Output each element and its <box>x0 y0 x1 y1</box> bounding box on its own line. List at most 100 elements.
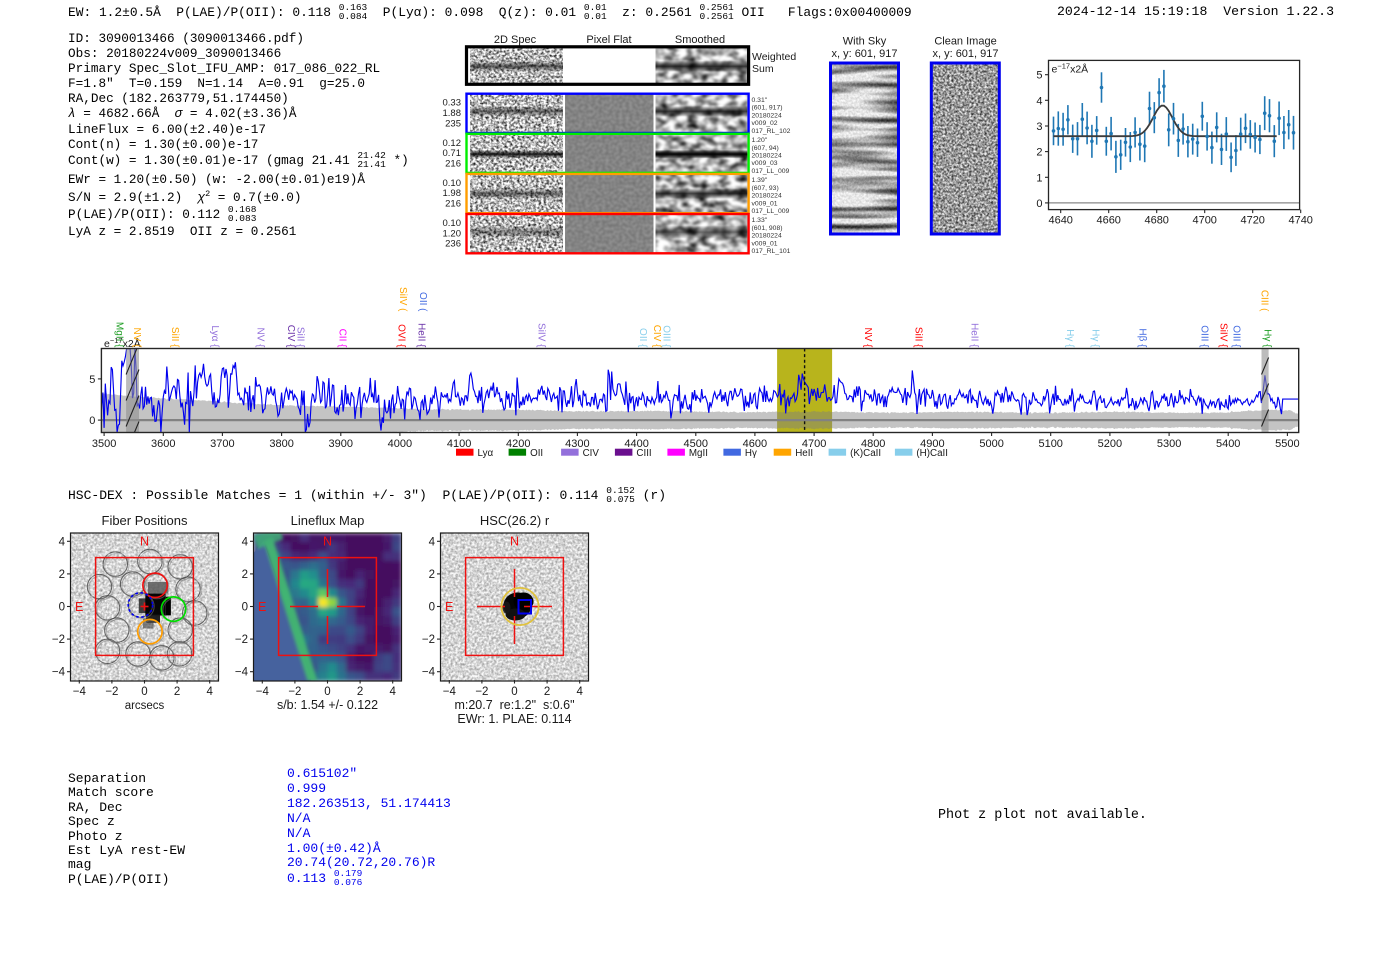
svg-text:−4: −4 <box>52 667 66 679</box>
svg-text:x, y: 601, 917: x, y: 601, 917 <box>831 48 897 60</box>
svg-text:N: N <box>510 535 519 549</box>
svg-text:2: 2 <box>174 686 180 698</box>
svg-text:017_LL_009: 017_LL_009 <box>752 208 790 215</box>
svg-text:5300: 5300 <box>1157 438 1181 450</box>
svg-text:E: E <box>258 600 266 614</box>
svg-text:MgII {: MgII { <box>114 322 125 348</box>
svg-text:arcsecs: arcsecs <box>125 700 165 712</box>
svg-text:5200: 5200 <box>1098 438 1122 450</box>
svg-text:3500: 3500 <box>92 438 116 450</box>
svg-text:Hγ: Hγ <box>745 448 757 459</box>
svg-text:(H)CaII: (H)CaII <box>916 448 948 459</box>
svg-text:−2: −2 <box>52 634 65 646</box>
svg-text:−2: −2 <box>288 686 301 698</box>
svg-text:0: 0 <box>429 602 435 614</box>
svg-text:4: 4 <box>389 686 396 698</box>
svg-text:235: 235 <box>445 118 461 129</box>
svg-text:4720: 4720 <box>1240 215 1264 227</box>
svg-text:1: 1 <box>1036 172 1042 184</box>
svg-text:3900: 3900 <box>329 438 353 450</box>
svg-text:CII {: CII { <box>336 329 347 349</box>
svg-text:216: 216 <box>445 158 461 169</box>
svg-text:3600: 3600 <box>151 438 175 450</box>
svg-text:NV {: NV { <box>255 327 266 348</box>
svg-text:4640: 4640 <box>1048 215 1072 227</box>
svg-text:−2: −2 <box>422 634 435 646</box>
svg-text:E: E <box>75 600 83 614</box>
svg-text:Lyα: Lyα <box>478 448 494 459</box>
svg-text:−4: −4 <box>256 686 270 698</box>
svg-text:CIII (: CIII ( <box>1258 290 1269 312</box>
svg-text:(601, 917): (601, 917) <box>752 105 783 112</box>
svg-text:3800: 3800 <box>269 438 293 450</box>
svg-text:216: 216 <box>445 199 461 210</box>
svg-text:0: 0 <box>141 686 147 698</box>
svg-text:OII: OII <box>530 448 543 459</box>
svg-text:Hγ {: Hγ { <box>1089 329 1100 348</box>
svg-text:2: 2 <box>242 569 248 581</box>
svg-text:2: 2 <box>1036 147 1042 159</box>
svg-text:0: 0 <box>89 415 95 427</box>
svg-text:0: 0 <box>511 686 517 698</box>
svg-text:Sum: Sum <box>752 63 774 75</box>
svg-text:HSC(26.2) r: HSC(26.2) r <box>480 513 550 528</box>
svg-text:20180224: 20180224 <box>752 233 782 240</box>
svg-text:OVI {: OVI { <box>395 324 406 348</box>
svg-text:1.20": 1.20" <box>752 137 768 144</box>
svg-text:2D Spec: 2D Spec <box>494 34 537 46</box>
svg-text:−2: −2 <box>105 686 118 698</box>
svg-text:CIII: CIII <box>636 448 651 459</box>
svg-text:OII (: OII ( <box>417 292 428 312</box>
svg-text:4: 4 <box>576 686 583 698</box>
svg-text:N: N <box>323 535 332 549</box>
svg-text:−2: −2 <box>475 686 488 698</box>
svg-text:SiII {: SiII { <box>169 327 180 348</box>
svg-text:0: 0 <box>324 686 330 698</box>
svg-text:HeII: HeII <box>795 448 813 459</box>
svg-text:0: 0 <box>59 602 65 614</box>
svg-text:v009_01: v009_01 <box>752 200 778 207</box>
svg-text:4700: 4700 <box>1192 215 1216 227</box>
svg-text:Hγ {: Hγ { <box>1064 329 1075 348</box>
svg-text:NV {: NV { <box>131 327 142 348</box>
svg-text:SiIV {: SiIV { <box>1217 323 1228 348</box>
svg-text:NV {: NV { <box>862 327 873 348</box>
svg-text:EWr: 1. PLAE: 0.114: EWr: 1. PLAE: 0.114 <box>457 712 571 726</box>
svg-text:(601, 908): (601, 908) <box>752 225 783 232</box>
svg-text:1.33": 1.33" <box>752 217 768 224</box>
svg-text:4: 4 <box>429 536 436 548</box>
svg-text:SiII {: SiII { <box>913 327 924 348</box>
svg-text:HeII {: HeII { <box>968 323 979 348</box>
svg-text:2: 2 <box>544 686 550 698</box>
svg-text:−4: −4 <box>422 667 436 679</box>
svg-text:OII {: OII { <box>637 328 648 348</box>
svg-text:5400: 5400 <box>1216 438 1240 450</box>
svg-text:3: 3 <box>1036 121 1042 133</box>
svg-text:With Sky: With Sky <box>843 36 887 48</box>
svg-text:4: 4 <box>206 686 213 698</box>
svg-text:Fiber Positions: Fiber Positions <box>102 513 188 528</box>
svg-text:−4: −4 <box>443 686 457 698</box>
svg-text:5500: 5500 <box>1275 438 1299 450</box>
svg-text:1.39": 1.39" <box>752 177 768 184</box>
svg-text:(K)CaII: (K)CaII <box>850 448 881 459</box>
svg-text:(607, 93): (607, 93) <box>752 185 779 192</box>
svg-text:4: 4 <box>1036 95 1042 107</box>
svg-text:−4: −4 <box>73 686 87 698</box>
svg-text:e−17x2Å: e−17x2Å <box>1052 61 1089 76</box>
svg-text:Hβ {: Hβ { <box>1137 328 1148 348</box>
svg-text:5: 5 <box>1036 70 1042 82</box>
svg-text:MgII: MgII <box>689 448 708 459</box>
svg-text:CIV {: CIV { <box>285 325 296 348</box>
svg-text:HeII {: HeII { <box>415 323 426 348</box>
svg-text:4680: 4680 <box>1144 215 1168 227</box>
svg-text:4: 4 <box>59 536 66 548</box>
svg-text:Lineflux Map: Lineflux Map <box>291 513 365 528</box>
svg-text:SiIV (: SiIV ( <box>397 287 408 312</box>
svg-text:Weighted: Weighted <box>752 51 796 63</box>
svg-text:Pixel Flat: Pixel Flat <box>586 34 631 46</box>
svg-text:s/b: 1.54 +/- 0.122: s/b: 1.54 +/- 0.122 <box>277 698 378 712</box>
svg-text:20180224: 20180224 <box>752 193 782 200</box>
svg-text:CIV: CIV <box>583 448 600 459</box>
svg-text:3700: 3700 <box>210 438 234 450</box>
